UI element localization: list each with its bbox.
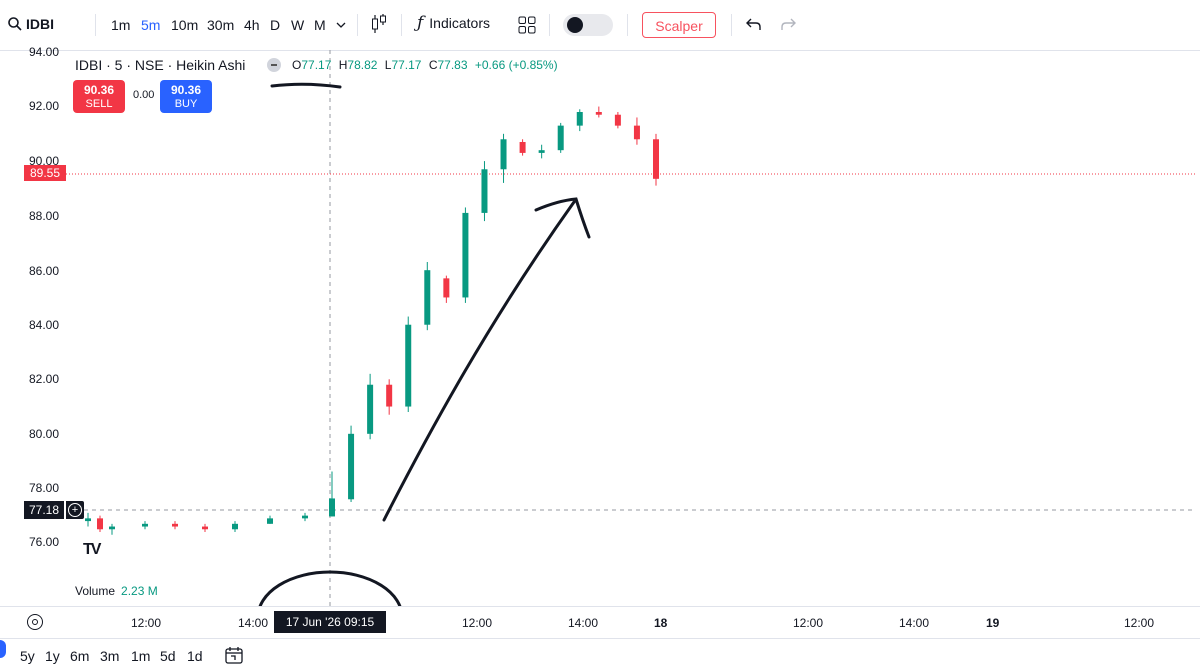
candle-body [443,278,450,298]
time-axis-label: 14:00 [899,616,930,630]
candle-body [462,212,469,298]
ohlc-values: O77.17 H78.82 L77.17 C77.83 +0.66 (+0.85… [292,58,562,72]
price-axis-label: 84.00 [29,318,60,332]
chart-legend: IDBI · 5 · NSE · Heikin Ashi [75,57,282,73]
time-axis-label: 18 [654,616,668,630]
candle-body [348,433,355,500]
time-axis-label: 19 [986,616,1000,630]
tradingview-logo: TV [83,541,102,558]
range-1y[interactable]: 1y [45,648,60,664]
price-axis-label: 86.00 [29,264,60,278]
price-axis-label: 76.00 [29,535,60,549]
candle-body [367,384,374,434]
settings-gear-icon[interactable] [27,614,43,630]
range-5y[interactable]: 5y [20,648,35,664]
time-axis-label: 12:00 [462,616,493,630]
time-axis-label: 14:00 [568,616,599,630]
plus-icon: + [68,503,82,517]
candle-body [97,518,103,530]
candle-body [142,523,148,527]
add-alert-button[interactable]: + [66,501,84,519]
buy-label: BUY [174,98,198,110]
crosshair-price-tag: 77.18 [24,501,64,519]
high-value: 78.82 [347,58,378,72]
sell-price: 90.36 [83,83,115,97]
buy-button[interactable]: 90.36 BUY [160,80,212,113]
candle-body [85,518,91,522]
sell-button[interactable]: 90.36 SELL [73,80,125,113]
candle-body [202,526,208,530]
candle-body [519,142,526,153]
open-key: O [292,58,302,72]
price-axis-label: 88.00 [29,209,60,223]
drawn-arrow [382,200,576,522]
range-6m[interactable]: 6m [70,648,89,664]
time-axis-label: 12:00 [793,616,824,630]
time-axis: 12:00 14:00 12:00 14:00 18 12:00 14:00 1… [0,606,1200,637]
candle-body [232,523,238,530]
candle-body [172,523,178,527]
candle-body [653,139,659,179]
close-value: 77.83 [437,58,468,72]
range-1d[interactable]: 1d [187,648,203,664]
range-bar: 5y 1y 6m 3m 1m 5d 1d [0,638,1200,672]
crosshair-time-tag: 17 Jun '26 09:15 [274,611,386,633]
candle-body [405,324,412,407]
candle-body [302,515,308,519]
candle-body [329,498,335,517]
low-value: 77.17 [391,58,422,72]
volume-label: Volume [75,584,116,598]
change-value: +0.66 (+0.85%) [474,58,558,72]
candle-body [500,139,507,170]
candle-body [386,384,393,407]
sell-label: SELL [85,98,113,110]
candle-body [424,270,431,325]
candle-body [481,169,488,213]
candle-body [267,518,273,524]
candle-body [576,112,583,126]
time-axis-label: 14:00 [238,616,269,630]
open-value: 77.17 [301,58,332,72]
range-5d[interactable]: 5d [160,648,176,664]
last-price-tag: 89.55 [24,165,66,181]
candle-body [595,112,602,115]
time-axis-label: 12:00 [1124,616,1155,630]
price-axis-label: 82.00 [29,372,60,386]
buy-price: 90.36 [170,83,202,97]
close-key: C [428,58,438,72]
price-axis-label: 94.00 [29,45,60,59]
hide-legend-icon[interactable] [267,58,282,72]
legend-title: IDBI · 5 · NSE · Heikin Ashi [75,57,246,73]
candle-body [109,526,115,530]
price-axis-label: 80.00 [29,427,60,441]
volume-value: 2.23 M [121,584,158,598]
time-axis-label: 12:00 [131,616,162,630]
drawn-underline [270,82,342,89]
candle-body [633,125,640,140]
price-axis-label: 92.00 [29,99,60,113]
price-axis-label: 78.00 [29,481,60,495]
candle-body [614,114,621,126]
range-1m[interactable]: 1m [131,648,150,664]
go-to-date-icon[interactable] [224,645,244,665]
range-3m[interactable]: 3m [100,648,119,664]
candle-body [557,125,564,151]
candle-body [538,150,545,153]
volume-legend: Volume 2.23 M [75,584,158,598]
spread-value: 0.00 [133,89,155,101]
